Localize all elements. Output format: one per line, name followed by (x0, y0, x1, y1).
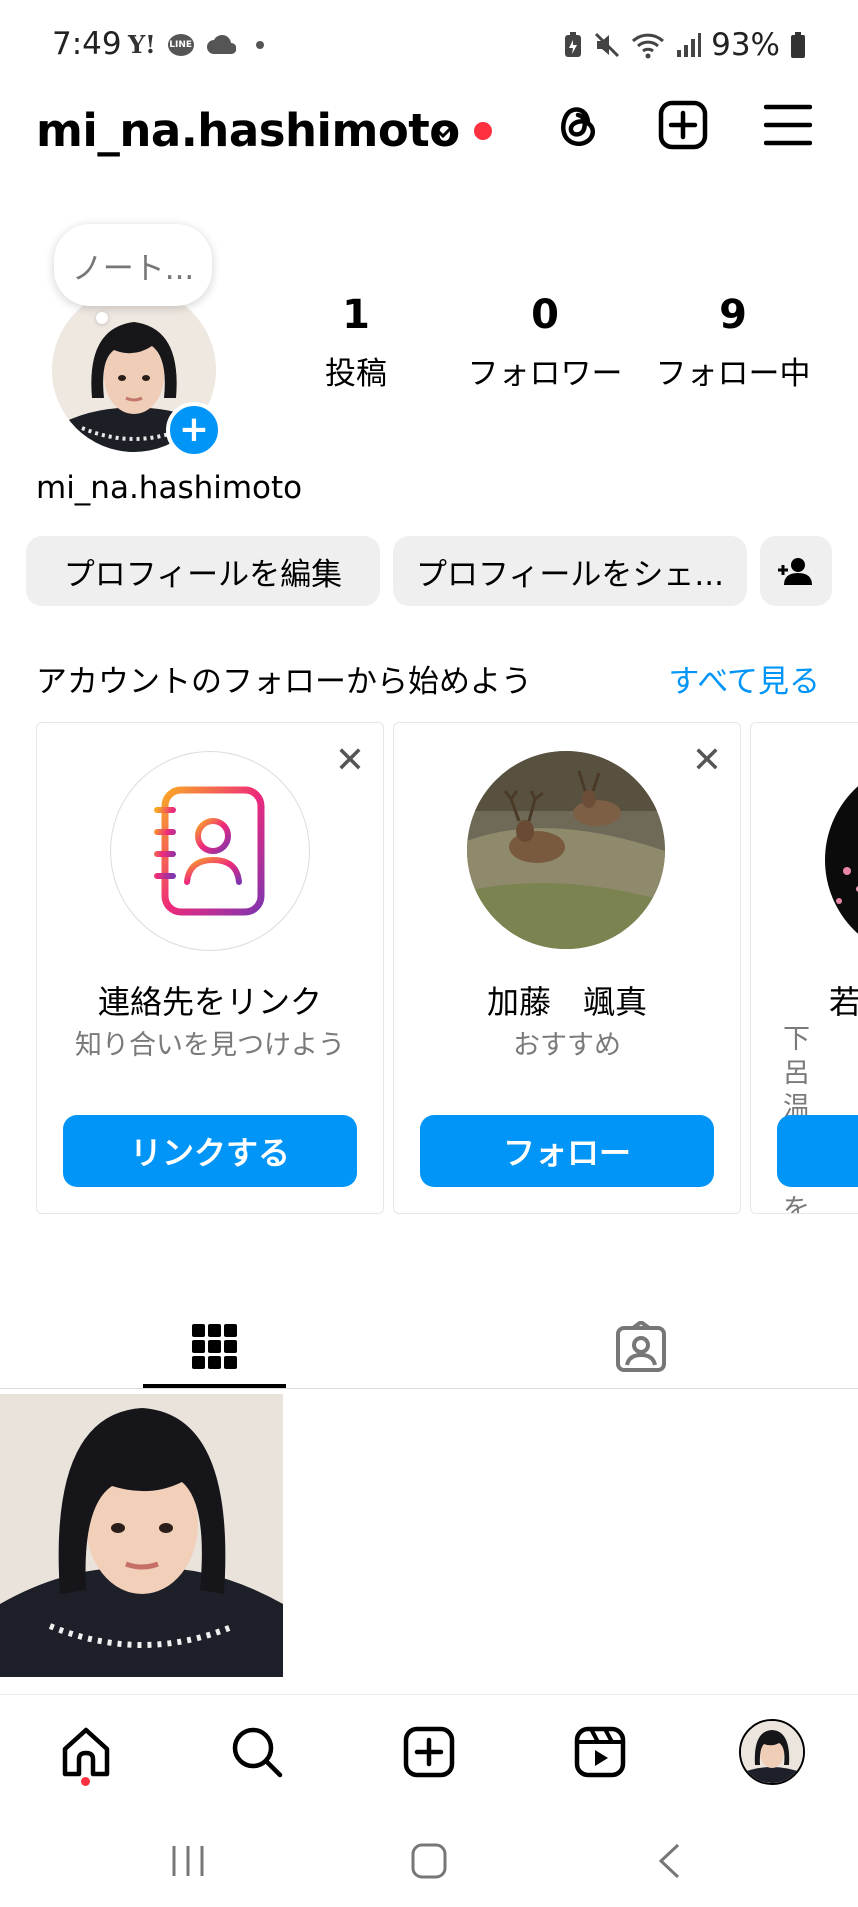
note-bubble[interactable]: ノート... (54, 224, 212, 306)
header-actions (554, 100, 812, 150)
deer-photo (467, 751, 665, 949)
status-right: 93% (563, 27, 806, 63)
nav-profile[interactable] (722, 1717, 822, 1787)
search-icon (232, 1727, 283, 1778)
follow-button[interactable]: フォロー (420, 1115, 714, 1187)
link-contacts-label: リンクする (129, 1134, 290, 1172)
status-left-icons: Y! LINE (128, 30, 264, 59)
plus-icon: + (178, 409, 210, 450)
partial-follow-button[interactable] (777, 1115, 858, 1187)
tab-grid[interactable] (144, 1306, 286, 1388)
tagged-icon (616, 1321, 666, 1372)
card-contacts-subtitle: 知り合いを見つけよう (75, 1030, 345, 1061)
battery-percent: 93% (711, 27, 780, 63)
link-contacts-button[interactable]: リンクする (63, 1115, 357, 1187)
create-icon[interactable] (658, 100, 708, 150)
stat-following-label: フォロー中 (655, 356, 811, 392)
card-contacts-name: 連絡先をリンク (97, 983, 322, 1021)
stat-following-value: 9 (719, 292, 747, 338)
account-switcher[interactable]: mi_na.hashimoto (36, 104, 460, 157)
add-story-button[interactable]: + (166, 402, 222, 458)
home-icon (62, 1727, 110, 1777)
share-profile-button[interactable]: プロフィールをシェ... (393, 536, 747, 606)
card-user-subtitle: おすすめ (513, 1030, 621, 1061)
profile-avatar (739, 1719, 805, 1785)
stat-posts-label: 投稿 (325, 356, 387, 392)
stat-posts-value: 1 (342, 292, 370, 338)
discover-people-button[interactable] (760, 536, 832, 606)
stat-following[interactable]: 9 フォロー中 (648, 292, 818, 393)
stat-followers-label: フォロワー (467, 356, 623, 392)
back-icon[interactable] (656, 1842, 682, 1880)
card-partial-name: 若 (829, 983, 858, 1021)
battery-saver-icon (565, 32, 582, 57)
note-placeholder: ノート... (71, 250, 195, 287)
chevron-down-icon[interactable] (432, 124, 454, 140)
bottom-nav (0, 1694, 858, 1805)
nav-search[interactable] (207, 1717, 307, 1787)
blossom-image (836, 867, 858, 904)
profile-name: mi_na.hashimoto (36, 470, 303, 506)
stat-posts[interactable]: 1 投稿 (271, 292, 441, 393)
nav-reels[interactable] (550, 1717, 650, 1787)
status-time: 7:49 (52, 26, 122, 62)
contacts-book-icon (154, 786, 265, 916)
close-icon[interactable]: ✕ (692, 743, 722, 779)
edit-profile-button[interactable]: プロフィールを編集 (26, 536, 380, 606)
suggestion-card-partial: 若 下呂温 性化を (750, 722, 858, 1214)
battery-icon (791, 32, 805, 58)
notification-dot (474, 122, 492, 140)
threads-icon[interactable] (554, 100, 602, 150)
header-username: mi_na.hashimoto (36, 104, 460, 157)
partial-user-avatar[interactable] (825, 761, 858, 959)
edit-profile-label: プロフィールを編集 (63, 556, 343, 593)
nav-create[interactable] (379, 1717, 479, 1787)
stat-followers-value: 0 (531, 292, 559, 338)
recent-apps-icon[interactable] (170, 1844, 206, 1878)
tab-tagged[interactable] (570, 1306, 712, 1388)
suggestions-title: アカウントのフォローから始めよう (36, 664, 532, 700)
see-all-link[interactable]: すべて見る (668, 656, 820, 701)
line-icon: LINE (167, 33, 194, 56)
post-thumbnail[interactable] (0, 1394, 283, 1677)
suggestion-card-user: ✕ 加藤 颯真 おすすめ フォロー (393, 722, 741, 1214)
suggestion-card-contacts: ✕ 連絡先をリンク 知り合いを見つけよう リンクする (36, 722, 384, 1214)
home-button-icon[interactable] (410, 1842, 448, 1880)
share-profile-label: プロフィールをシェ... (416, 556, 724, 593)
card-user-name: 加藤 颯真 (486, 983, 647, 1021)
wifi-icon (632, 33, 665, 59)
yahoo-icon: Y! (128, 30, 156, 59)
follow-label: フォロー (502, 1134, 631, 1172)
contacts-circle (110, 751, 310, 951)
reels-icon (574, 1726, 626, 1778)
system-nav-bar (0, 1808, 858, 1907)
signal-icon (677, 33, 702, 57)
stat-followers[interactable]: 0 フォロワー (460, 292, 630, 393)
dot-icon (255, 40, 264, 49)
create-icon (403, 1726, 455, 1778)
note-bubble-tail (96, 312, 108, 324)
post-image (0, 1394, 283, 1677)
add-person-icon (778, 558, 812, 585)
close-icon[interactable]: ✕ (335, 743, 365, 779)
home-notification-dot (81, 1777, 90, 1786)
grid-icon (192, 1324, 237, 1369)
suggested-user-avatar[interactable] (467, 751, 665, 949)
cloud-icon (206, 34, 236, 54)
mute-icon (595, 32, 620, 58)
tabs-divider (0, 1388, 858, 1389)
menu-icon[interactable] (764, 103, 812, 147)
